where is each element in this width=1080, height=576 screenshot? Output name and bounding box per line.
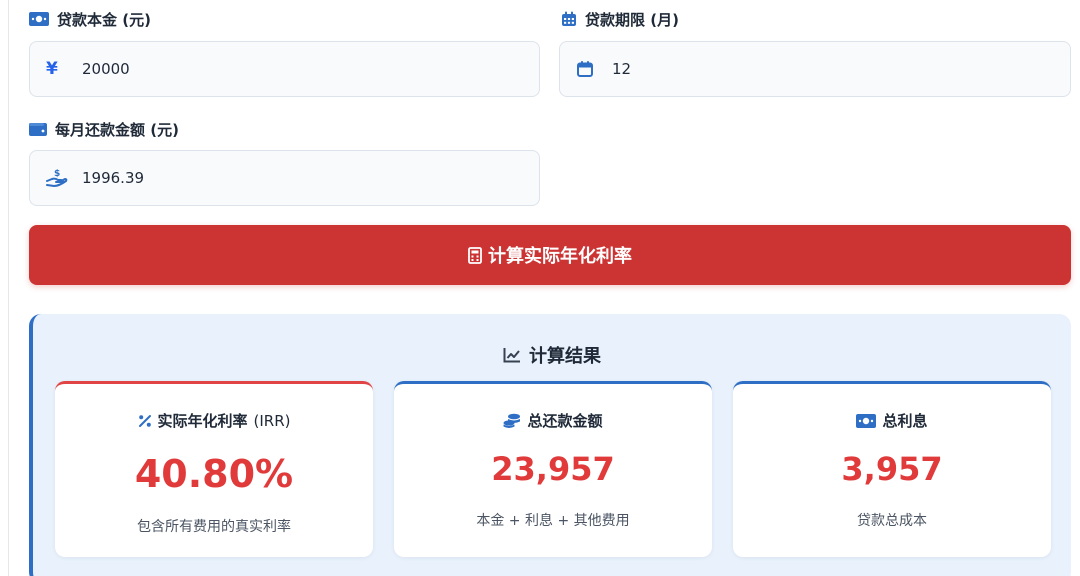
irr-value: 40.80% bbox=[134, 452, 294, 496]
coins-icon bbox=[503, 413, 521, 428]
yuan-prefix: ¥ bbox=[46, 59, 58, 79]
svg-text:$: $ bbox=[54, 169, 60, 179]
term-field-group: 贷款期限 (月) bbox=[561, 9, 679, 29]
results-panel: 计算结果 实际年化利率 (IRR) 40.80% 包含所有费用的真实利率 总还款… bbox=[29, 314, 1071, 576]
total-repayment-title: 总还款金额 bbox=[394, 410, 712, 431]
percent-icon bbox=[138, 414, 151, 427]
monthly-input-box[interactable]: $ bbox=[29, 150, 540, 206]
money-bill-icon bbox=[856, 413, 877, 428]
total-repayment-note: 本金 + 利息 + 其他费用 bbox=[476, 513, 630, 529]
money-bill-icon bbox=[29, 12, 49, 26]
total-repayment-title-text: 总还款金额 bbox=[527, 412, 603, 430]
total-interest-title: 总利息 bbox=[733, 410, 1051, 431]
principal-input[interactable] bbox=[82, 60, 462, 78]
principal-label-text: 贷款本金 (元) bbox=[57, 10, 151, 29]
calculator-icon bbox=[468, 246, 482, 264]
total-interest-card: 总利息 3,957 贷款总成本 bbox=[733, 381, 1051, 557]
calculate-button-label: 计算实际年化利率 bbox=[488, 246, 632, 267]
calendar-icon bbox=[562, 11, 576, 26]
term-input[interactable] bbox=[612, 60, 992, 78]
page-left-border bbox=[8, 0, 9, 576]
calendar-outline-icon bbox=[576, 60, 612, 78]
monthly-label: 每月还款金额 (元) bbox=[29, 119, 179, 139]
irr-note: 包含所有费用的真实利率 bbox=[137, 519, 291, 535]
total-interest-note: 贷款总成本 bbox=[857, 513, 927, 529]
irr-unit-text: (IRR) bbox=[253, 411, 291, 430]
total-repayment-value: 23,957 bbox=[491, 450, 615, 488]
total-interest-value: 3,957 bbox=[841, 450, 943, 488]
principal-label: 贷款本金 (元) bbox=[29, 9, 151, 29]
total-interest-title-text: 总利息 bbox=[882, 412, 928, 430]
monthly-input[interactable] bbox=[82, 169, 462, 187]
principal-input-box[interactable]: ¥ bbox=[29, 41, 540, 97]
total-repayment-card: 总还款金额 23,957 本金 + 利息 + 其他费用 bbox=[394, 381, 712, 557]
wallet-icon bbox=[29, 123, 47, 136]
hand-holding-dollar-icon: $ bbox=[46, 168, 82, 188]
monthly-label-text: 每月还款金额 (元) bbox=[55, 120, 179, 139]
irr-title-text: 实际年化利率 bbox=[157, 412, 248, 430]
term-label: 贷款期限 (月) bbox=[561, 9, 679, 29]
term-label-text: 贷款期限 (月) bbox=[585, 10, 679, 29]
chart-line-icon bbox=[503, 348, 520, 363]
results-title: 计算结果 bbox=[33, 342, 1071, 368]
calculate-irr-button[interactable]: 计算实际年化利率 bbox=[29, 225, 1071, 285]
results-title-text: 计算结果 bbox=[529, 346, 601, 367]
term-input-box[interactable] bbox=[559, 41, 1071, 97]
principal-field-group: 贷款本金 (元) bbox=[29, 9, 151, 29]
irr-card-title: 实际年化利率 (IRR) bbox=[55, 410, 373, 431]
irr-card: 实际年化利率 (IRR) 40.80% 包含所有费用的真实利率 bbox=[55, 381, 373, 557]
monthly-field-group: 每月还款金额 (元) bbox=[29, 119, 179, 139]
